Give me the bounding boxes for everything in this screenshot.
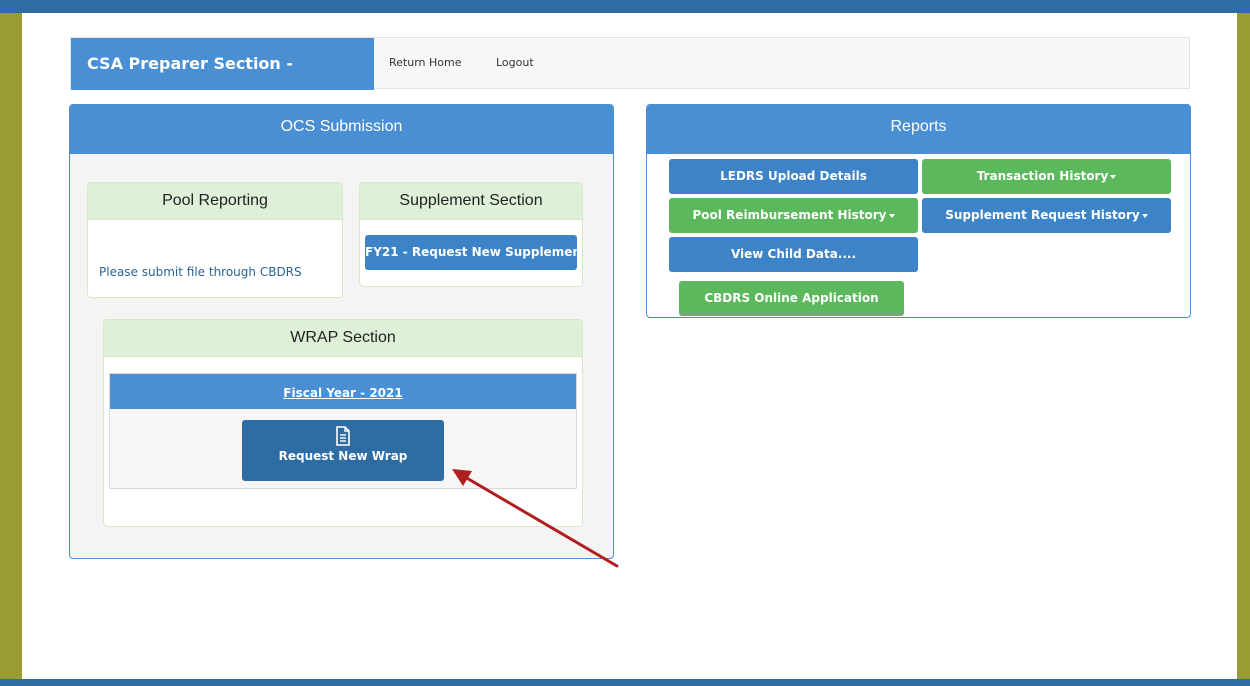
- annotation-arrow: [452, 469, 619, 568]
